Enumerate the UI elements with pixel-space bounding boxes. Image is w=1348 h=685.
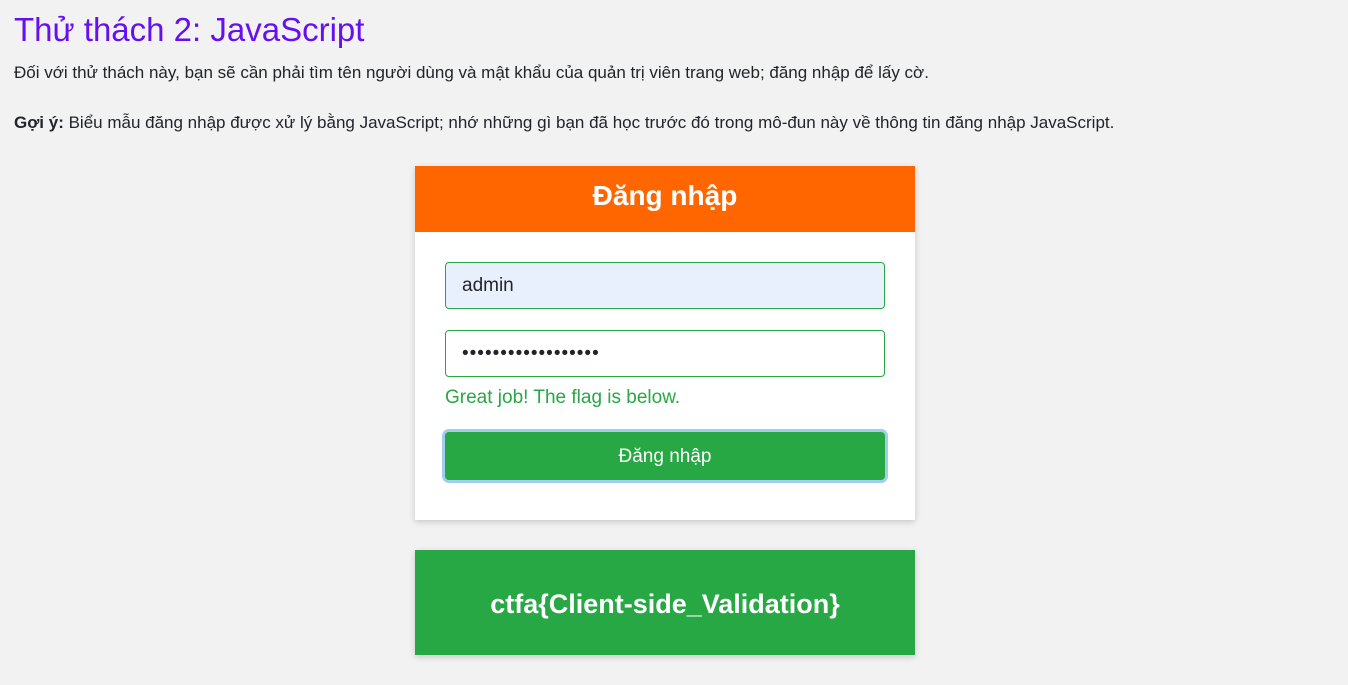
- hint-label: Gợi ý:: [14, 113, 64, 132]
- login-button[interactable]: Đăng nhập: [445, 432, 885, 480]
- hint-text: Biểu mẫu đăng nhập được xử lý bằng JavaS…: [63, 113, 1115, 132]
- challenge-description: Đối với thử thách này, bạn sẽ cần phải t…: [14, 63, 929, 82]
- login-header: Đăng nhập: [415, 166, 915, 232]
- page-title: Thử thách 2: JavaScript: [14, 11, 365, 48]
- login-card: Đăng nhập Great job! The flag is below. …: [415, 166, 915, 520]
- password-input[interactable]: [445, 330, 885, 377]
- success-message: Great job! The flag is below.: [445, 387, 681, 408]
- flag-box: ctfa{Client-side_Validation}: [415, 550, 915, 655]
- username-input[interactable]: [445, 262, 885, 309]
- hint-paragraph: Gợi ý: Biểu mẫu đăng nhập được xử lý bằn…: [14, 110, 1114, 136]
- page: Thử thách 2: JavaScript Đối với thử thác…: [0, 0, 1348, 685]
